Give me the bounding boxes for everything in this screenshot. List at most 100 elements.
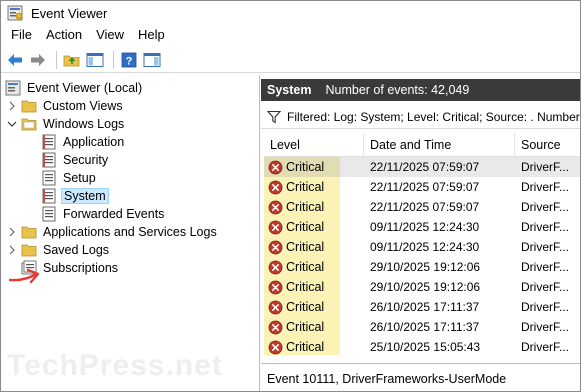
folder-icon [21, 98, 37, 114]
level-text: Critical [286, 160, 325, 174]
menu-view[interactable]: View [89, 25, 131, 45]
tree-item-custom-views[interactable]: Custom Views [7, 97, 125, 115]
table-row[interactable]: Critical 22/11/2025 07:59:07 DriverF... [264, 157, 580, 177]
source-cell: DriverF... [521, 320, 569, 334]
date-time-cell: 22/11/2025 07:59:07 [370, 180, 480, 194]
date-time-cell: 26/10/2025 17:11:37 [370, 320, 480, 334]
tree-item-label: System [61, 188, 109, 204]
tree-item-application[interactable]: Application [41, 133, 126, 151]
table-row[interactable]: Critical 26/10/2025 17:11:37 DriverF... [264, 317, 580, 337]
menu-help[interactable]: Help [131, 25, 172, 45]
up-folder-icon [63, 55, 80, 66]
show-hide-action-pane-button[interactable] [142, 50, 162, 70]
table-row[interactable]: Critical 25/10/2025 15:05:43 DriverF... [264, 337, 580, 355]
level-text: Critical [286, 280, 325, 294]
critical-error-icon [268, 340, 283, 354]
tree-item-label: Event Viewer (Local) [27, 81, 143, 95]
tree-item-label: Applications and Services Logs [43, 225, 217, 239]
source-cell: DriverF... [521, 280, 569, 294]
tree-item-label: Windows Logs [43, 117, 125, 131]
show-hide-tree-icon [86, 52, 104, 67]
help-icon: ? [121, 52, 137, 67]
column-header-level[interactable]: Level [264, 133, 364, 157]
column-header-source[interactable]: Source [515, 133, 580, 157]
source-cell: DriverF... [521, 220, 569, 234]
tree-item-label: Saved Logs [43, 243, 110, 257]
tree-item-label: Forwarded Events [63, 207, 165, 221]
up-folder-button[interactable] [62, 50, 82, 70]
toolbar: ? [1, 47, 580, 73]
table-row[interactable]: Critical 26/10/2025 17:11:37 DriverF... [264, 297, 580, 317]
date-time-cell: 09/11/2025 12:24:30 [370, 220, 480, 234]
level-cell: Critical [264, 257, 340, 277]
back-button[interactable] [5, 50, 25, 70]
tree-item-system[interactable]: System [41, 187, 109, 205]
event-list-pane: System Number of events: 42,049 Filtered… [261, 75, 580, 391]
show-hide-action-pane-icon [143, 52, 161, 67]
table-row[interactable]: Critical 09/11/2025 12:24:30 DriverF... [264, 237, 580, 257]
source-cell: DriverF... [521, 240, 569, 254]
tree-item-label: Application [63, 135, 125, 149]
back-icon [8, 53, 22, 66]
tree-item-applications-and-services-logs[interactable]: Applications and Services Logs [7, 223, 219, 241]
title-bar: Event Viewer [1, 1, 580, 25]
log-icon [41, 152, 57, 168]
show-hide-tree-button[interactable] [85, 50, 105, 70]
log-icon [41, 134, 57, 150]
level-text: Critical [286, 340, 325, 354]
help-button[interactable]: ? [119, 50, 139, 70]
tree-item-forwarded-events[interactable]: Forwarded Events [41, 205, 166, 223]
level-cell: Critical [264, 217, 340, 237]
column-header-date-time[interactable]: Date and Time [364, 133, 515, 157]
event-viewer-window: Event Viewer File Action View Help ? Eve… [0, 0, 581, 392]
watermark: TechPress.net [7, 349, 223, 382]
table-row[interactable]: Critical 29/10/2025 19:12:06 DriverF... [264, 277, 580, 297]
tree-item-label: Custom Views [43, 99, 123, 113]
date-time-cell: 26/10/2025 17:11:37 [370, 300, 480, 314]
critical-error-icon [268, 260, 283, 274]
tree-item-saved-logs[interactable]: Saved Logs [7, 241, 111, 259]
forward-button[interactable] [28, 50, 48, 70]
log-icon [41, 170, 57, 186]
date-time-cell: 22/11/2025 07:59:07 [370, 200, 480, 214]
tree-item-event-viewer-local[interactable]: Event Viewer (Local) [5, 79, 144, 97]
critical-error-icon [268, 300, 283, 314]
chevron-right-icon[interactable] [7, 226, 17, 238]
red-arrow-annotation-icon [9, 268, 40, 284]
tree-item-security[interactable]: Security [41, 151, 110, 169]
log-name: System [267, 83, 312, 97]
table-row[interactable]: Critical 22/11/2025 07:59:07 DriverF... [264, 197, 580, 217]
tree-item-windows-logs[interactable]: Windows Logs [7, 115, 126, 133]
level-cell: Critical [264, 197, 340, 217]
folder-icon [21, 242, 37, 258]
log-header: System Number of events: 42,049 [261, 79, 580, 101]
chevron-down-icon[interactable] [7, 118, 17, 130]
source-cell: DriverF... [521, 160, 569, 174]
date-time-cell: 09/11/2025 12:24:30 [370, 240, 480, 254]
tree-item-label: Subscriptions [43, 261, 119, 275]
menu-file[interactable]: File [4, 25, 39, 45]
critical-error-icon [268, 160, 283, 174]
event-count: Number of events: 42,049 [325, 83, 470, 97]
critical-error-icon [268, 280, 283, 294]
menu-bar: File Action View Help [1, 25, 580, 45]
event-grid: Critical 22/11/2025 07:59:07 DriverF... Cri… [264, 157, 580, 355]
level-cell: Critical [264, 297, 340, 317]
menu-action[interactable]: Action [39, 25, 89, 45]
critical-error-icon [268, 320, 283, 334]
level-cell: Critical [264, 277, 340, 297]
level-cell: Critical [264, 177, 340, 197]
date-time-cell: 22/11/2025 07:59:07 [370, 160, 480, 174]
level-cell: Critical [264, 237, 340, 257]
grid-header: Level Date and Time Source [264, 133, 580, 157]
tree-item-setup[interactable]: Setup [41, 169, 98, 187]
chevron-right-icon[interactable] [7, 244, 17, 256]
navigation-tree: Event Viewer (Local) Custom Views Window… [1, 75, 260, 391]
table-row[interactable]: Critical 29/10/2025 19:12:06 DriverF... [264, 257, 580, 277]
toolbar-separator [113, 50, 114, 69]
filter-description: Filtered: Log: System; Level: Critical; … [287, 109, 580, 124]
table-row[interactable]: Critical 09/11/2025 12:24:30 DriverF... [264, 217, 580, 237]
folder-open-icon [21, 116, 37, 132]
chevron-right-icon[interactable] [7, 100, 17, 112]
table-row[interactable]: Critical 22/11/2025 07:59:07 DriverF... [264, 177, 580, 197]
